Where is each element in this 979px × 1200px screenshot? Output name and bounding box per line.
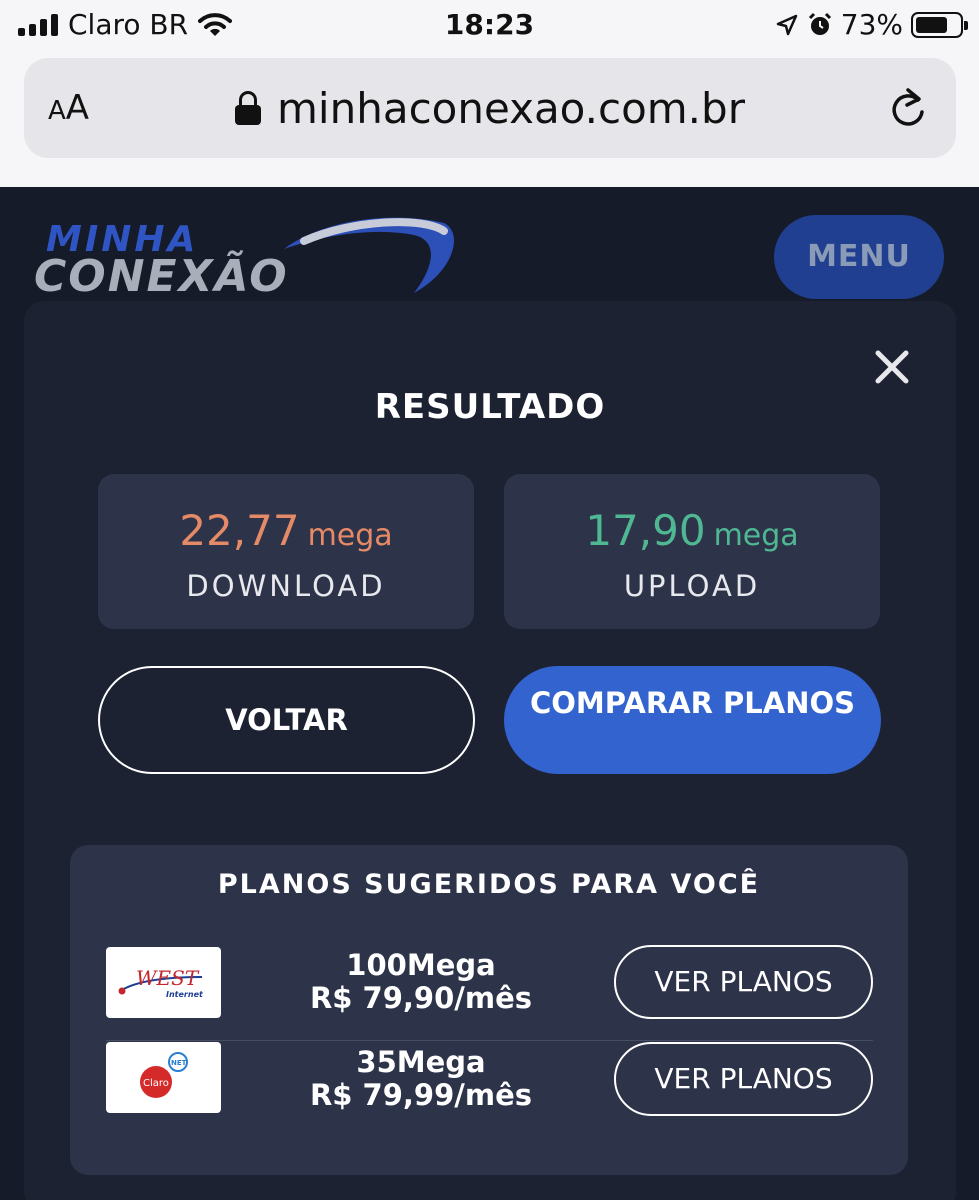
claro-net-logo: Claro NET — [106, 1042, 221, 1113]
location-arrow-icon — [776, 14, 798, 35]
page: MINHA CONEXÃO MENU RESULTADO 22,77 mega D… — [0, 187, 979, 1200]
plan-speed: 100Mega — [346, 948, 496, 982]
west-logo-text: WEST — [136, 966, 200, 990]
plan-info: 100Mega R$ 79,90/mês — [276, 949, 566, 1015]
download-label: DOWNLOAD — [186, 569, 386, 603]
site-logo[interactable]: MINHA CONEXÃO — [34, 211, 464, 301]
plan-row: WEST Internet 100Mega R$ 79,90/mês VER P… — [106, 945, 873, 1041]
upload-value: 17,90 — [585, 506, 706, 555]
suggested-plans-title: PLANOS SUGERIDOS PARA VOCÊ — [217, 869, 761, 900]
download-value-line: 22,77 mega — [98, 506, 474, 555]
view-plans-button[interactable]: VER PLANOS — [614, 945, 873, 1019]
plan-price: R$ 79,99/mês — [309, 1078, 533, 1112]
address-bar[interactable]: AA minhaconexao.com.br — [24, 58, 956, 158]
compare-plans-button[interactable]: COMPARAR PLANOS — [504, 666, 881, 774]
reload-icon[interactable] — [888, 86, 928, 130]
browser-toolbar: AA minhaconexao.com.br — [0, 50, 979, 187]
upload-card: 17,90 mega UPLOAD — [504, 474, 880, 629]
suggested-plans-panel: PLANOS SUGERIDOS PARA VOCÊ WEST Internet… — [70, 845, 908, 1175]
alarm-icon — [808, 12, 831, 35]
url-text: minhaconexao.com.br — [277, 84, 745, 133]
status-right: 73% — [775, 8, 968, 41]
result-title: RESULTADO — [374, 387, 606, 427]
close-icon[interactable] — [872, 347, 912, 387]
west-logo-graphic: WEST Internet — [118, 966, 204, 999]
lock-icon — [235, 91, 262, 125]
logo-bottom-text: CONEXÃO — [34, 249, 289, 301]
west-logo-sub: Internet — [166, 990, 204, 999]
plan-row: Claro NET 35Mega R$ 79,99/mês VER PLANOS — [106, 1042, 873, 1138]
download-unit: mega — [307, 518, 393, 553]
view-plans-button[interactable]: VER PLANOS — [614, 1042, 873, 1116]
plan-info: 35Mega R$ 79,99/mês — [276, 1046, 566, 1112]
upload-label: UPLOAD — [623, 569, 761, 603]
battery-percent: 73% — [840, 8, 903, 41]
download-card: 22,77 mega DOWNLOAD — [98, 474, 474, 629]
claro-logo-text: Claro — [143, 1078, 169, 1089]
plan-price: R$ 79,90/mês — [309, 981, 533, 1015]
plan-speed: 35Mega — [356, 1045, 486, 1079]
claro-logo-graphic: Claro NET — [140, 1052, 188, 1098]
result-modal: RESULTADO 22,77 mega DOWNLOAD 17,90 mega U… — [24, 301, 956, 1200]
status-bar: Claro BR 18:23 73% — [0, 0, 979, 50]
back-button[interactable]: VOLTAR — [98, 666, 475, 774]
url-display[interactable]: minhaconexao.com.br — [24, 84, 956, 133]
upload-value-line: 17,90 mega — [504, 506, 880, 555]
claro-logo-sub: NET — [171, 1059, 187, 1067]
menu-button[interactable]: MENU — [774, 215, 944, 299]
upload-unit: mega — [713, 518, 799, 553]
battery-icon — [911, 11, 968, 38]
west-internet-logo: WEST Internet — [106, 947, 221, 1018]
download-value: 22,77 — [179, 506, 300, 555]
